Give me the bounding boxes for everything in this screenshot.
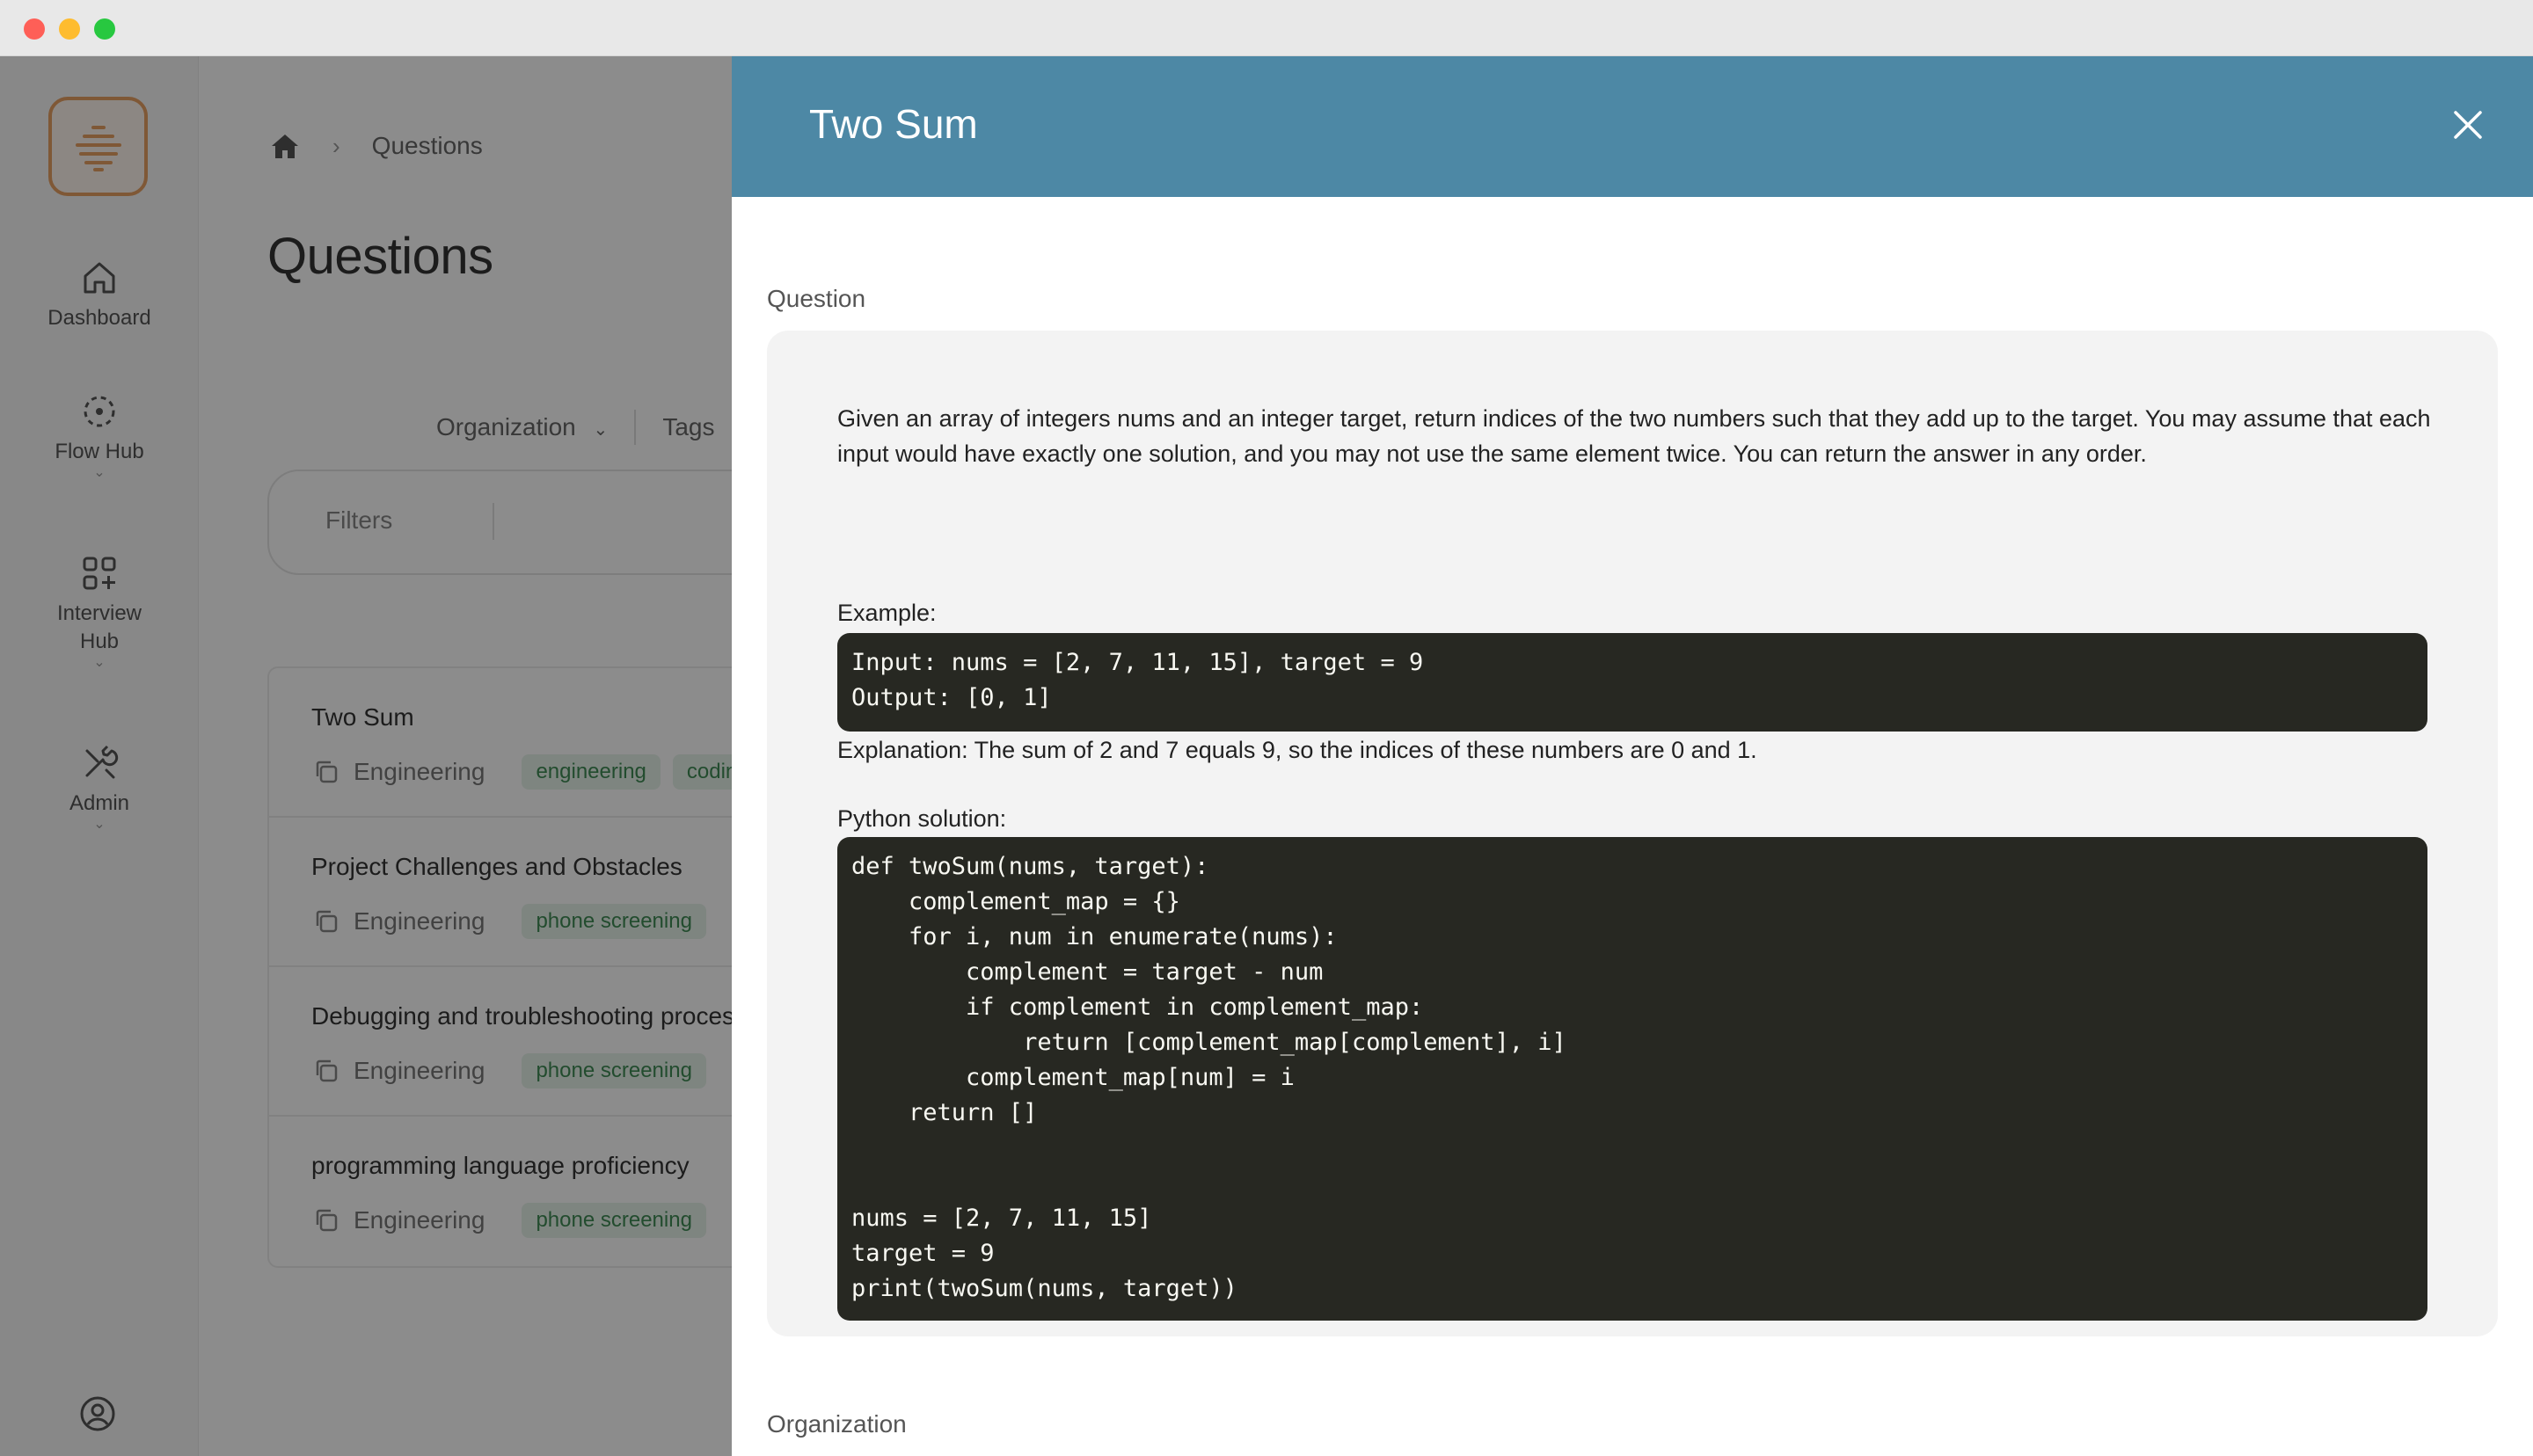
- organization-section-label: Organization: [767, 1410, 907, 1438]
- question-section-label: Question: [767, 285, 866, 312]
- drawer-header: Two Sum: [732, 56, 2533, 197]
- solution-label: Python solution:: [837, 805, 1007, 832]
- solution-code-block: def twoSum(nums, target): complement_map…: [837, 837, 2427, 1321]
- window-titlebar: [0, 0, 2533, 56]
- modal-backdrop[interactable]: [0, 56, 732, 1456]
- explanation-text: Explanation: The sum of 2 and 7 equals 9…: [837, 737, 1757, 763]
- question-card: Given an array of integers nums and an i…: [767, 331, 2498, 1336]
- close-icon: [2454, 111, 2482, 139]
- example-code-block: Input: nums = [2, 7, 11, 15], target = 9…: [837, 633, 2427, 732]
- app-window: Dashboard Flow Hub ⌄ Interview Hub ⌄ Adm…: [0, 56, 2533, 1456]
- question-text: Given an array of integers nums and an i…: [837, 405, 2431, 467]
- example-label: Example:: [837, 600, 937, 626]
- question-drawer: Two Sum Question Given an array of integ…: [732, 56, 2533, 1456]
- close-window-button[interactable]: [24, 18, 45, 40]
- minimize-window-button[interactable]: [59, 18, 80, 40]
- close-button[interactable]: [2449, 106, 2487, 144]
- zoom-window-button[interactable]: [94, 18, 115, 40]
- drawer-title: Two Sum: [809, 101, 978, 147]
